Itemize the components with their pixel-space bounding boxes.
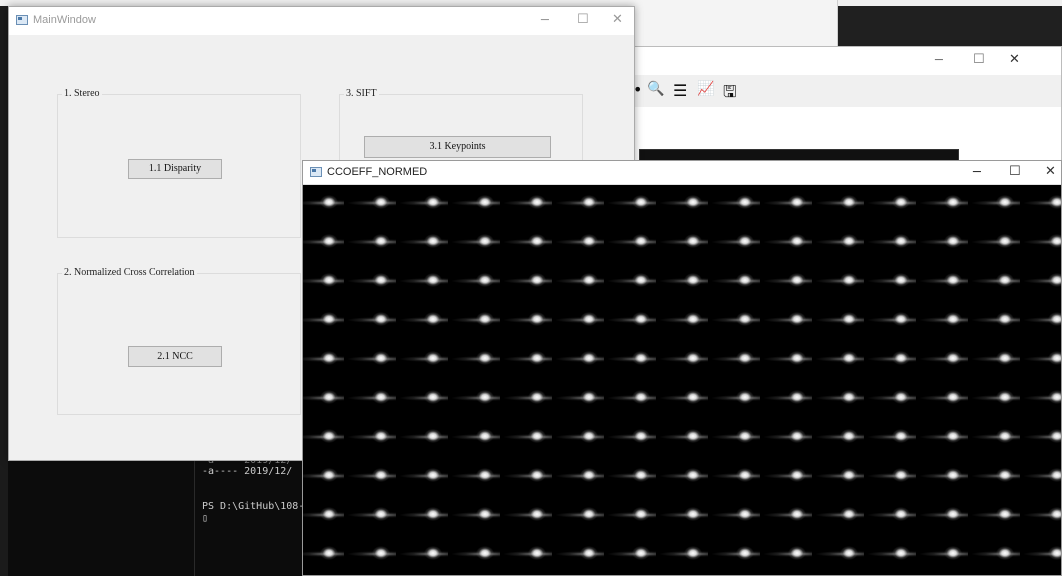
group-title: 3. SIFT: [344, 88, 379, 99]
save-icon[interactable]: 🖫: [723, 81, 737, 108]
main-window-title-bar[interactable]: MainWindow ─ ☐ ✕: [9, 7, 634, 35]
ncc-result-image: [303, 185, 1061, 575]
close-button[interactable]: ✕: [1045, 164, 1056, 179]
stereo-group: 1. Stereo 1.1 Disparity: [57, 88, 301, 238]
minimize-button[interactable]: ─: [935, 53, 943, 68]
plot-toolbar: • 🔍 ☰ 📈 🖫: [611, 75, 1061, 107]
minimize-button[interactable]: ─: [973, 165, 981, 180]
terminal-divider: [194, 455, 195, 576]
group-title: 1. Stereo: [62, 88, 102, 99]
background-dark-window: [838, 6, 1062, 50]
ncc-window-title-bar[interactable]: CCOEFF_NORMED ─ ☐ ✕: [303, 161, 1061, 185]
plot-window-title-bar[interactable]: ─ ☐ ✕: [611, 47, 1061, 75]
terminal-line: -a---- 2019/12/: [202, 466, 293, 477]
background-window: [610, 0, 838, 50]
terminal-prompt: PS D:\GitHub\108-1: [202, 501, 311, 512]
group-title: 2. Normalized Cross Correlation: [62, 267, 197, 278]
window-title: MainWindow: [33, 14, 96, 26]
sift-group: 3. SIFT 3.1 Keypoints: [339, 88, 583, 164]
app-icon: [310, 167, 322, 177]
plot-window[interactable]: ─ ☐ ✕ • 🔍 ☰ 📈 🖫: [610, 46, 1062, 165]
zoom-icon[interactable]: 🔍: [647, 81, 664, 97]
ncc-result-window[interactable]: CCOEFF_NORMED ─ ☐ ✕: [302, 160, 1062, 576]
close-button[interactable]: ✕: [1009, 52, 1020, 67]
terminal-cursor: ▯: [202, 513, 209, 524]
close-button[interactable]: ✕: [612, 12, 623, 27]
maximize-button[interactable]: ☐: [1009, 164, 1021, 179]
disparity-button[interactable]: 1.1 Disparity: [128, 159, 222, 179]
maximize-button[interactable]: ☐: [973, 52, 985, 67]
window-title: CCOEFF_NORMED: [327, 166, 428, 178]
terminal-window[interactable]: -a---- 2019/12/ -a---- 2019/12/ PS D:\Gi…: [8, 455, 311, 576]
ncc-group: 2. Normalized Cross Correlation 2.1 NCC: [57, 267, 301, 415]
edit-axis-icon[interactable]: 📈: [697, 81, 714, 97]
keypoints-button[interactable]: 3.1 Keypoints: [364, 136, 551, 158]
minimize-button[interactable]: ─: [541, 13, 549, 28]
ncc-button[interactable]: 2.1 NCC: [128, 346, 222, 367]
app-icon: [16, 15, 28, 25]
maximize-button[interactable]: ☐: [577, 12, 589, 27]
configure-subplots-icon[interactable]: ☰: [673, 81, 687, 100]
